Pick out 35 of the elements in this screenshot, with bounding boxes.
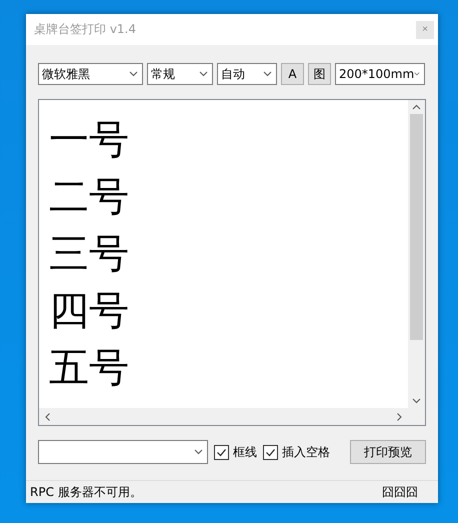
print-preview-button[interactable]: 打印预览 bbox=[350, 440, 426, 464]
up-chevron-icon bbox=[412, 104, 421, 110]
text-line: 五号 bbox=[49, 344, 130, 393]
checkbox[interactable] bbox=[263, 444, 278, 460]
right-chevron-icon bbox=[396, 412, 402, 421]
scroll-thumb[interactable] bbox=[410, 114, 423, 340]
checkbox[interactable] bbox=[214, 444, 229, 460]
size-dropdown[interactable]: 自动 bbox=[217, 63, 277, 85]
text-combo-box[interactable] bbox=[38, 440, 208, 464]
check-icon bbox=[265, 446, 276, 458]
check-icon bbox=[216, 446, 227, 458]
vertical-scrollbar[interactable] bbox=[408, 100, 425, 408]
text-editor[interactable]: 一号 二号 三号 四号 五号 bbox=[38, 99, 426, 426]
paper-dropdown[interactable]: 200*100mm bbox=[335, 63, 425, 85]
left-chevron-icon bbox=[44, 412, 50, 421]
toolbar-button[interactable]: A bbox=[281, 63, 304, 85]
chevron-down-icon bbox=[414, 71, 420, 77]
status-indicator: 囧囧囧 bbox=[382, 484, 418, 500]
chevron-down-icon bbox=[199, 71, 208, 77]
style-dropdown[interactable]: 常规 bbox=[147, 63, 213, 85]
text-line: 二号 bbox=[49, 173, 130, 222]
horizontal-scrollbar[interactable] bbox=[39, 408, 408, 425]
checkbox-label: 框线 bbox=[233, 444, 257, 460]
text-line: 一号 bbox=[49, 116, 130, 165]
chevron-down-icon bbox=[412, 398, 421, 404]
status-message: RPC 服务器不可用。 bbox=[30, 484, 142, 500]
chevron-down-icon bbox=[263, 71, 272, 77]
text-line: 三号 bbox=[49, 230, 130, 279]
chevron-down-icon bbox=[194, 449, 203, 455]
font-dropdown[interactable]: 微软雅黑 bbox=[38, 63, 143, 85]
window-title: 桌牌台签打印 v1.4 bbox=[34, 21, 136, 38]
chevron-down-icon bbox=[129, 71, 138, 77]
checkbox-label: 插入空格 bbox=[282, 444, 330, 460]
text-line: 四号 bbox=[49, 287, 130, 336]
toolbar-button[interactable]: 图 bbox=[308, 63, 331, 85]
